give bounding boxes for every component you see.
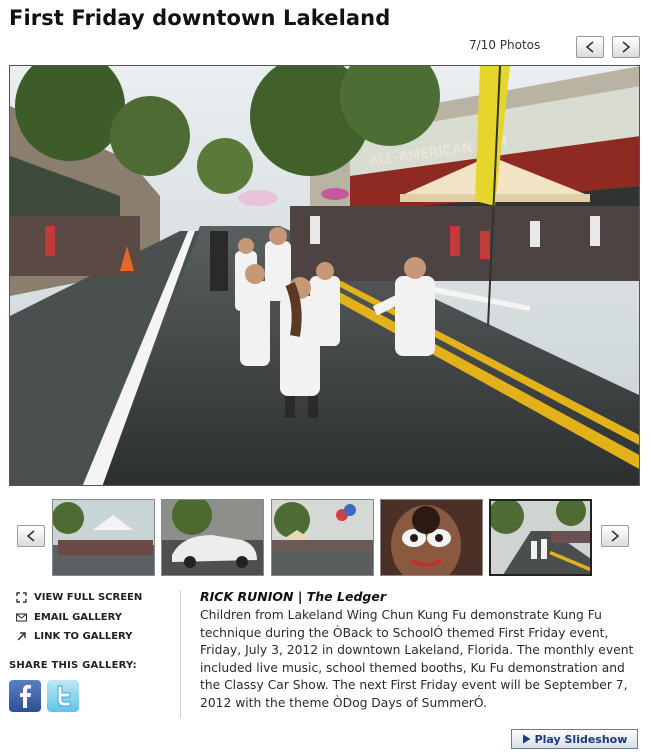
play-slideshow-button[interactable]: Play Slideshow bbox=[511, 729, 638, 749]
gallery-actions: VIEW FULL SCREEN EMAIL GALLERY LINK TO G… bbox=[16, 588, 142, 647]
twitter-share-button[interactable] bbox=[47, 680, 79, 712]
street-balloons-thumbnail bbox=[272, 500, 373, 575]
face-paint-thumbnail bbox=[381, 500, 482, 575]
twitter-icon bbox=[57, 685, 71, 707]
link-to-gallery-link[interactable]: LINK TO GALLERY bbox=[16, 627, 142, 647]
thumbnail-1[interactable] bbox=[52, 499, 155, 576]
arrow-right-icon bbox=[611, 530, 620, 542]
photo-caption: Children from Lakeland Wing Chun Kung Fu… bbox=[200, 608, 634, 710]
photo-outlet: The Ledger bbox=[306, 589, 386, 604]
play-slideshow-label: Play Slideshow bbox=[534, 732, 628, 746]
thumbnail-3[interactable] bbox=[271, 499, 374, 576]
thumbnails-previous-button[interactable] bbox=[17, 525, 45, 547]
credit-separator: | bbox=[297, 589, 307, 604]
arrow-left-icon bbox=[26, 530, 35, 542]
facebook-share-button[interactable] bbox=[9, 680, 41, 712]
tents-crowd-thumbnail bbox=[53, 500, 154, 575]
photo-credit: RICK RUNION | The Ledger bbox=[200, 589, 386, 604]
gallery-title: First Friday downtown Lakeland bbox=[9, 6, 391, 30]
email-gallery-label: EMAIL GALLERY bbox=[34, 611, 123, 623]
street-scene-photo: ALL-AMERICAN GYM bbox=[10, 66, 639, 485]
link-to-gallery-label: LINK TO GALLERY bbox=[34, 631, 133, 643]
photographer-name: RICK RUNION bbox=[200, 589, 294, 604]
main-photo[interactable]: ALL-AMERICAN GYM bbox=[9, 65, 640, 486]
kung-fu-street-thumbnail bbox=[491, 501, 590, 574]
thumbnail-2[interactable] bbox=[161, 499, 264, 576]
thumbnail-5-active[interactable] bbox=[489, 499, 592, 576]
next-photo-button[interactable] bbox=[612, 36, 640, 58]
expand-icon bbox=[16, 592, 27, 603]
share-gallery-label: SHARE THIS GALLERY: bbox=[9, 660, 137, 671]
thumbnail-4[interactable] bbox=[380, 499, 483, 576]
link-arrow-icon bbox=[17, 632, 26, 641]
thumbnails-next-button[interactable] bbox=[601, 525, 629, 547]
photo-counter: 7/10 Photos bbox=[469, 38, 541, 52]
view-full-screen-label: VIEW FULL SCREEN bbox=[34, 592, 143, 604]
arrow-right-icon bbox=[622, 41, 631, 53]
previous-photo-button[interactable] bbox=[576, 36, 604, 58]
classic-car-thumbnail bbox=[162, 500, 263, 575]
play-icon bbox=[522, 734, 531, 744]
email-gallery-link[interactable]: EMAIL GALLERY bbox=[16, 608, 142, 628]
arrow-left-icon bbox=[585, 41, 594, 53]
facebook-icon bbox=[20, 684, 31, 708]
envelope-icon bbox=[16, 613, 27, 622]
view-full-screen-link[interactable]: VIEW FULL SCREEN bbox=[16, 588, 142, 608]
section-divider bbox=[180, 590, 181, 718]
